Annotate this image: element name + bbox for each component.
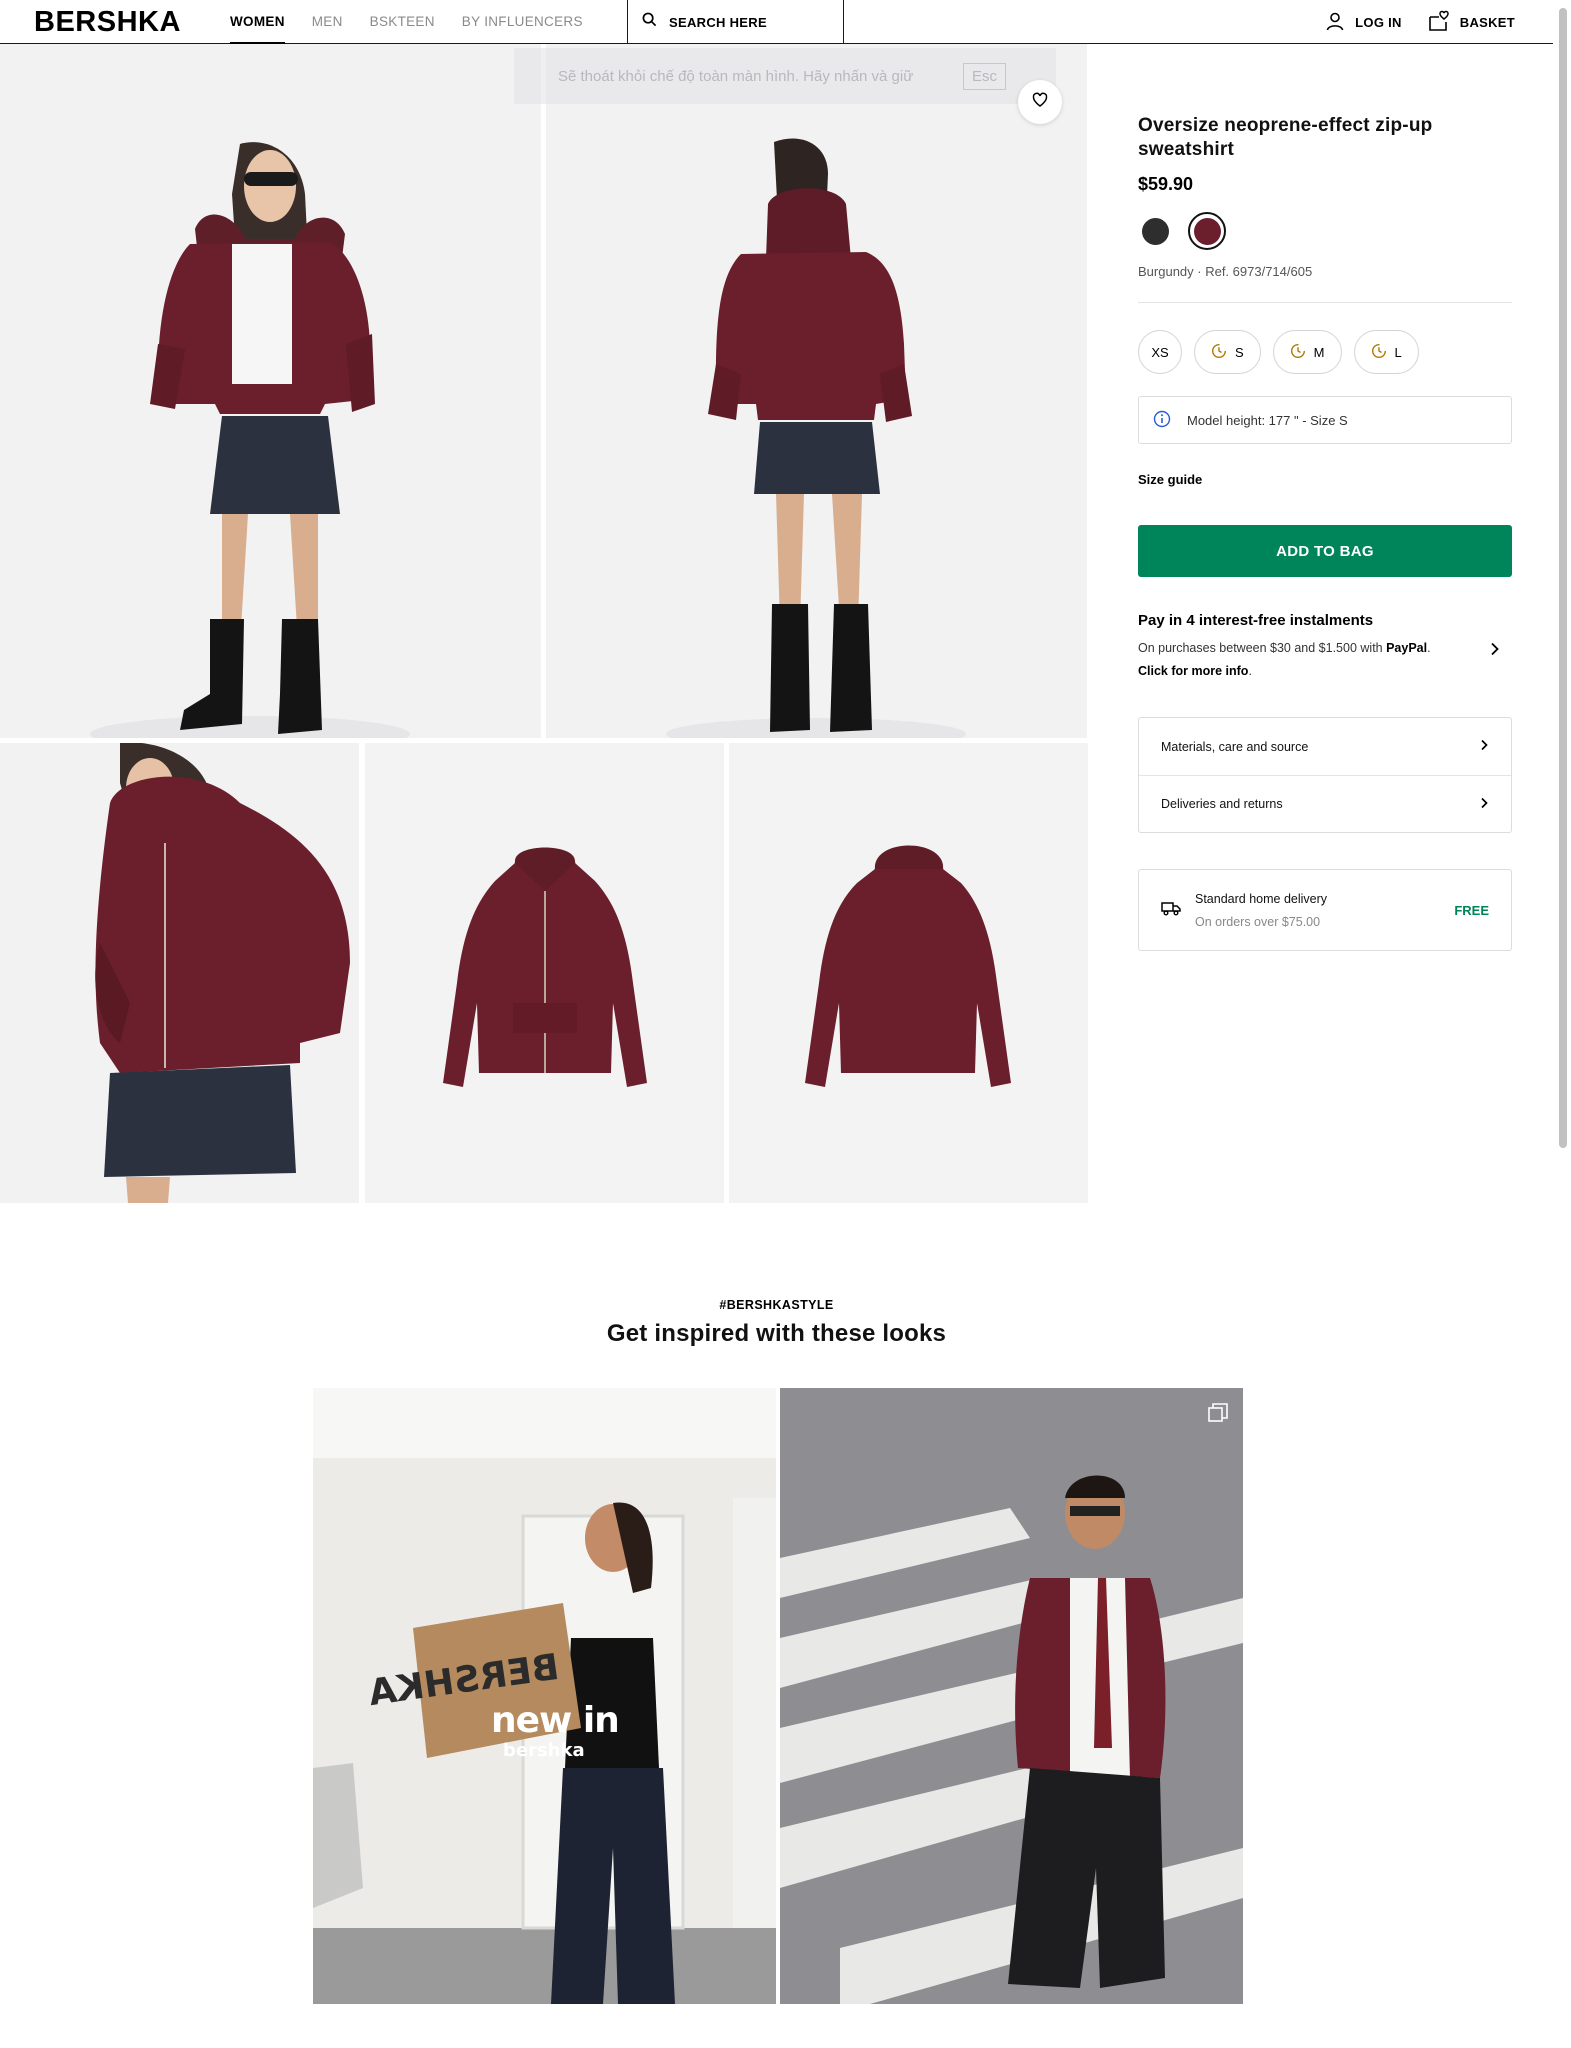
swatch-dot <box>1193 217 1221 245</box>
size-label: M <box>1313 344 1325 360</box>
paypal-line1-pre: On purchases between $30 and $1.500 with <box>1138 641 1387 655</box>
color-swatch-black[interactable] <box>1138 214 1172 248</box>
top-header: BERSHKA WOMEN MEN BSKTEEN BY INFLUENCERS… <box>0 0 1553 45</box>
free-badge: FREE <box>1454 902 1489 918</box>
look-overlay-title: new in <box>491 1700 620 1741</box>
paypal-instalments[interactable]: Pay in 4 interest-free instalments On pu… <box>1138 612 1512 683</box>
model-info-box: Model height: 177 " - Size S <box>1138 396 1512 444</box>
accordion-label: Deliveries and returns <box>1161 797 1283 811</box>
size-selector: XS S M L <box>1138 330 1419 374</box>
paypal-heading: Pay in 4 interest-free instalments <box>1138 612 1374 629</box>
paypal-more-info-link[interactable]: Click for more info <box>1138 664 1248 678</box>
toast-key: Esc <box>962 62 1006 90</box>
chevron-right-icon <box>1480 739 1489 754</box>
paypal-line2-post: . <box>1248 664 1252 678</box>
size-s-button[interactable]: S <box>1194 330 1261 374</box>
delivery-subtitle: On orders over $75.00 <box>1195 914 1321 929</box>
main-nav: WOMEN MEN BSKTEEN BY INFLUENCERS <box>230 0 583 45</box>
delivery-info-box: Standard home delivery On orders over $7… <box>1138 869 1512 951</box>
swatch-dot <box>1141 217 1169 245</box>
toast-text: Sẽ thoát khỏi chế độ toàn màn hình. Hãy … <box>558 67 914 85</box>
look-card-1[interactable]: BERSHKA new in bershka <box>313 1388 776 2004</box>
nav-bskteen[interactable]: BSKTEEN <box>370 0 435 44</box>
nav-women[interactable]: WOMEN <box>230 0 285 45</box>
model-info-text: Model height: 177 " - Size S <box>1187 412 1348 428</box>
accordion-label: Materials, care and source <box>1161 739 1309 754</box>
delivery-text: Standard home delivery On orders over $7… <box>1195 892 1454 929</box>
fullscreen-toast: Sẽ thoát khỏi chế độ toàn màn hình. Hãy … <box>514 48 1056 104</box>
nav-men[interactable]: MEN <box>312 0 343 44</box>
materials-care-row[interactable]: Materials, care and source <box>1139 718 1511 775</box>
product-image-flat-back[interactable] <box>729 743 1088 1203</box>
product-image-detail[interactable] <box>0 743 359 1203</box>
delivery-title: Standard home delivery <box>1195 891 1328 906</box>
header-actions: LOG IN BASKET <box>1325 0 1515 44</box>
user-icon <box>1325 11 1345 34</box>
basket-button[interactable]: BASKET <box>1428 10 1515 35</box>
product-image-front[interactable] <box>0 44 541 738</box>
basket-icon <box>1428 10 1450 35</box>
nav-by-influencers[interactable]: BY INFLUENCERS <box>462 0 583 44</box>
size-m-button[interactable]: M <box>1272 330 1342 374</box>
brand-logo[interactable]: BERSHKA <box>34 6 181 39</box>
paypal-text: On purchases between $30 and $1.500 with… <box>1138 637 1468 683</box>
size-guide-link[interactable]: Size guide <box>1138 472 1202 487</box>
color-swatch-burgundy[interactable] <box>1188 212 1226 250</box>
search-input[interactable]: SEARCH HERE <box>627 0 844 44</box>
color-swatches <box>1138 212 1226 250</box>
size-xs-button[interactable]: XS <box>1138 330 1182 374</box>
search-label: SEARCH HERE <box>669 14 767 30</box>
wishlist-button[interactable] <box>1018 80 1062 124</box>
product-title: Oversize neoprene-effect zip-up sweatshi… <box>1138 115 1433 160</box>
look-card-2[interactable] <box>780 1388 1243 2004</box>
color-and-reference: Burgundy · Ref. 6973/714/605 <box>1138 264 1313 279</box>
divider <box>1138 302 1512 303</box>
info-icon <box>1153 410 1171 431</box>
inspiration-title: Get inspired with these looks <box>606 1320 947 1347</box>
low-stock-clock-icon <box>1211 343 1227 362</box>
product-image-flat-front[interactable] <box>365 743 724 1203</box>
truck-icon <box>1161 900 1181 921</box>
low-stock-clock-icon <box>1290 343 1306 362</box>
size-label: XS <box>1151 344 1169 360</box>
size-label: L <box>1394 344 1402 360</box>
chevron-right-icon <box>1480 797 1489 812</box>
chevron-right-icon <box>1490 642 1500 661</box>
search-icon <box>642 12 657 32</box>
page-scrollbar[interactable] <box>1559 8 1567 1148</box>
size-l-button[interactable]: L <box>1353 330 1419 374</box>
multiple-images-icon <box>1207 1402 1229 1424</box>
size-label: S <box>1235 344 1244 360</box>
basket-label: BASKET <box>1459 14 1515 30</box>
look-overlay-subtitle: bershka <box>503 1740 585 1761</box>
inspiration-tag: #BERSHKASTYLE <box>719 1298 834 1312</box>
login-button[interactable]: LOG IN <box>1325 11 1402 34</box>
login-label: LOG IN <box>1355 14 1402 30</box>
product-price: $59.90 <box>1138 174 1194 194</box>
deliveries-returns-row[interactable]: Deliveries and returns <box>1139 775 1511 832</box>
product-image-back[interactable] <box>546 44 1087 738</box>
heart-icon <box>1032 92 1048 113</box>
add-to-bag-button[interactable]: ADD TO BAG <box>1138 525 1512 577</box>
paypal-brand: PayPal <box>1386 641 1428 655</box>
info-accordion: Materials, care and source Deliveries an… <box>1138 717 1512 833</box>
low-stock-clock-icon <box>1371 343 1387 362</box>
paypal-line1-post: . <box>1427 641 1431 655</box>
